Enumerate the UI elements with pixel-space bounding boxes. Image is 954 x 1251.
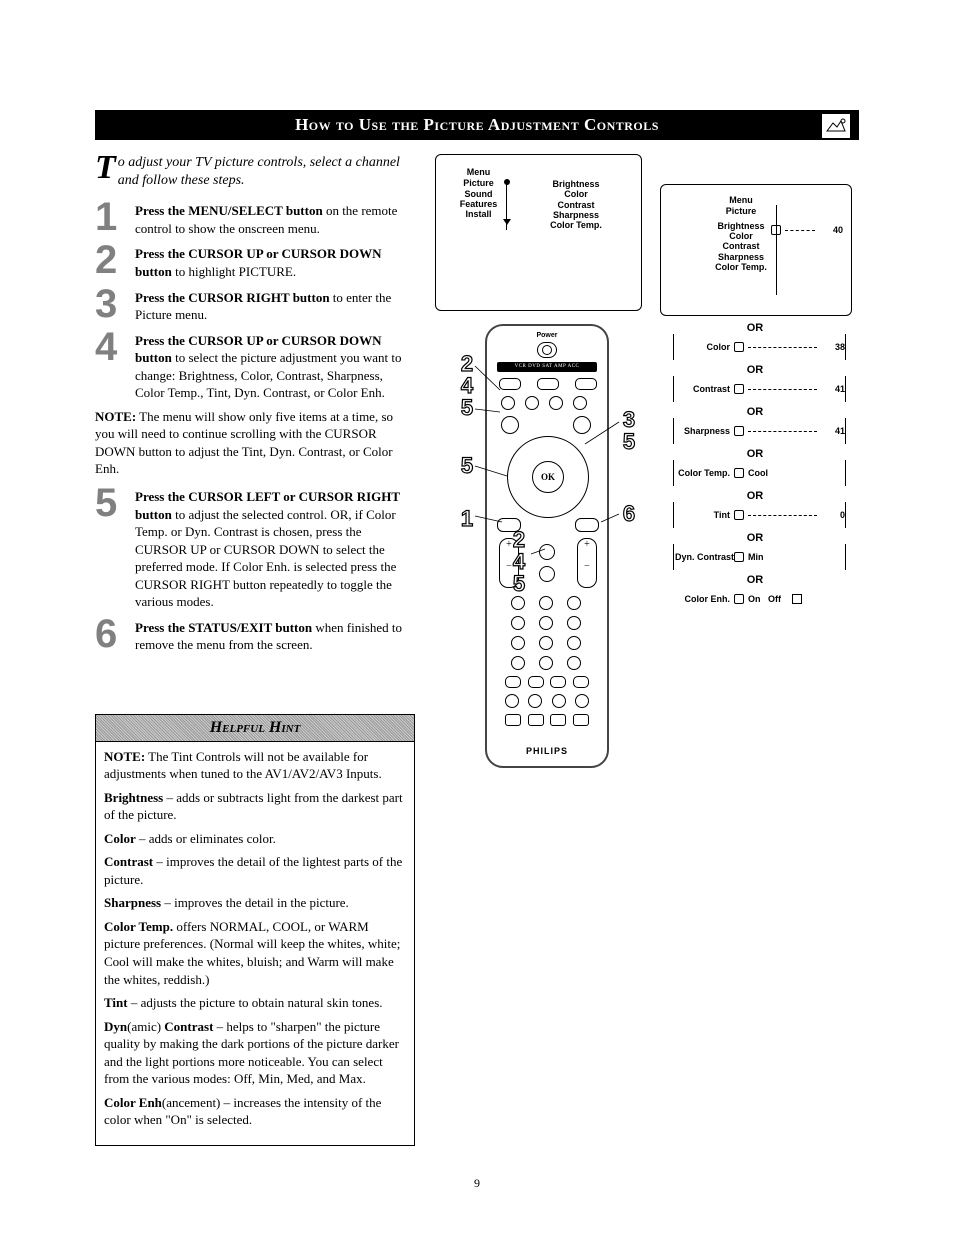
step-number: 5 [95,486,135,611]
step-number: 1 [95,200,135,237]
step-number: 4 [95,330,135,402]
step-number: 3 [95,287,135,324]
right-column: Menu Picture Sound Features Install Brig… [435,154,859,1146]
page-number: 9 [95,1176,859,1191]
leader-lines [435,154,855,774]
step-number: 2 [95,243,135,280]
step-3: 3 Press the CURSOR RIGHT button to enter… [95,287,415,324]
step-number: 6 [95,617,135,654]
step-2: 2 Press the CURSOR UP or CURSOR DOWN but… [95,243,415,280]
intro-text: To adjust your TV picture controls, sele… [95,154,415,190]
step-1: 1 Press the MENU/SELECT button on the re… [95,200,415,237]
section-title-bar: How to Use the Picture Adjustment Contro… [95,110,859,140]
title-icon [821,113,851,139]
intro-dropcap: T [95,154,116,182]
step-6: 6 Press the STATUS/EXIT button when fini… [95,617,415,654]
hint-title: Helpful Hint [96,715,414,742]
manual-page: How to Use the Picture Adjustment Contro… [0,0,954,1251]
section-title: How to Use the Picture Adjustment Contro… [295,115,659,135]
left-column: To adjust your TV picture controls, sele… [95,154,415,1146]
step-5: 5 Press the CURSOR LEFT or CURSOR RIGHT … [95,486,415,611]
helpful-hint-box: Helpful Hint NOTE: The Tint Controls wil… [95,714,415,1146]
note-text: NOTE: The menu will show only five items… [95,408,415,478]
diagram: Menu Picture Sound Features Install Brig… [435,154,855,774]
step-4: 4 Press the CURSOR UP or CURSOR DOWN but… [95,330,415,402]
